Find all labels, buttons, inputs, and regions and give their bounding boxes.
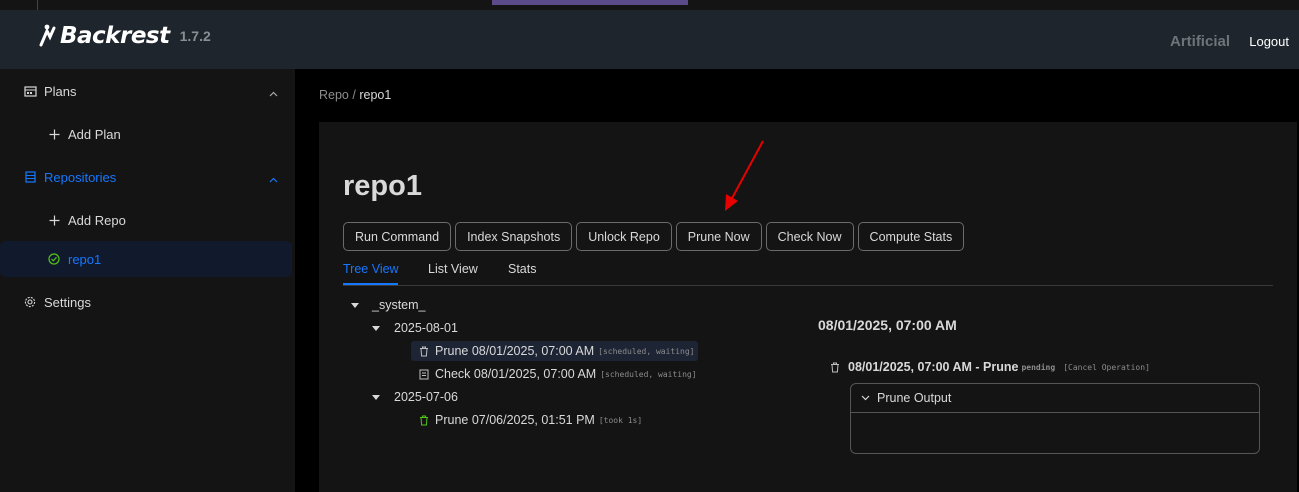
sidebar-item-add-plan[interactable]: Add Plan [0, 116, 292, 152]
page-title: repo1 [343, 170, 422, 202]
caret-down-icon [372, 325, 380, 331]
operation-label: Prune 07/06/2025, 01:51 PM [435, 413, 595, 427]
operation-label: Check 08/01/2025, 07:00 AM [435, 367, 597, 381]
sidebar-item-settings[interactable]: Settings [0, 284, 292, 320]
sidebar: Plans Add Plan Repositories Add Repo rep… [0, 69, 295, 492]
run-command-button[interactable]: Run Command [343, 222, 452, 251]
top-strip-divider [37, 0, 38, 10]
repo-action-bar: Run Command Index Snapshots Unlock Repo … [343, 222, 968, 251]
database-icon [23, 170, 37, 184]
operation-status: [scheduled, waiting] [600, 369, 697, 379]
app-header: Backrest 1.7.2 Artificial Logout [0, 10, 1299, 69]
cancel-operation-link[interactable]: [Cancel Operation] [1063, 363, 1150, 372]
prune-output-panel: Prune Output [850, 383, 1260, 454]
operation-status: [scheduled, waiting] [598, 346, 695, 356]
breadcrumb-current: repo1 [359, 88, 392, 102]
unlock-repo-button[interactable]: Unlock Repo [576, 222, 672, 251]
sidebar-item-label: Repositories [44, 169, 117, 185]
prune-now-button[interactable]: Prune Now [675, 222, 762, 251]
chevron-up-icon [269, 85, 278, 100]
caret-down-icon [372, 394, 380, 400]
tree-node-label: 2025-07-06 [394, 390, 458, 404]
file-check-icon [419, 369, 429, 379]
operation-label: Prune 08/01/2025, 07:00 AM [435, 344, 595, 358]
tree-leaf-operation[interactable]: Prune 08/01/2025, 07:00 AM [scheduled, w… [411, 341, 698, 361]
repo-panel: repo1 Run Command Index Snapshots Unlock… [319, 122, 1297, 492]
app-version: 1.7.2 [179, 28, 211, 44]
sidebar-item-label: Add Plan [68, 126, 121, 142]
sidebar-item-label: Settings [44, 294, 91, 310]
repo-tabs: Tree View List View Stats [343, 257, 1273, 286]
operation-status: [took 1s] [598, 415, 643, 425]
user-name: Artificial [1169, 33, 1230, 50]
tree-node-system[interactable]: _system_ [351, 295, 426, 315]
app-logo[interactable]: Backrest 1.7.2 [38, 20, 211, 52]
tree-leaf-operation[interactable]: Check 08/01/2025, 07:00 AM [scheduled, w… [419, 364, 697, 384]
plus-icon [47, 127, 61, 141]
index-snapshots-button[interactable]: Index Snapshots [455, 222, 573, 251]
red-arrow-annotation [725, 140, 764, 211]
calendar-icon [23, 84, 37, 98]
tree-node-label: _system_ [372, 298, 426, 312]
tree-node-label: 2025-08-01 [394, 321, 458, 335]
trash-icon [420, 415, 428, 425]
brand-name: Backrest [60, 23, 170, 49]
detail-heading: 08/01/2025, 07:00 AM [818, 317, 957, 333]
gear-icon [23, 295, 37, 309]
tree-node-date[interactable]: 2025-08-01 [372, 318, 458, 338]
prune-output-header[interactable]: Prune Output [851, 384, 1259, 413]
sidebar-item-label: Add Repo [68, 212, 126, 228]
sidebar-item-plans[interactable]: Plans [0, 73, 292, 109]
chevron-down-icon [861, 395, 870, 401]
chevron-up-icon [269, 171, 278, 186]
plus-icon [47, 213, 61, 227]
sidebar-item-add-repo[interactable]: Add Repo [0, 202, 292, 238]
breadcrumb-separator: / [352, 88, 356, 102]
sidebar-item-label: Plans [44, 83, 77, 99]
breadcrumb: Repo / repo1 [319, 88, 391, 102]
tab-stats[interactable]: Stats [508, 262, 537, 276]
breadcrumb-parent[interactable]: Repo [319, 88, 349, 102]
top-strip [0, 0, 1299, 10]
sidebar-item-repo1[interactable]: repo1 [0, 241, 292, 277]
caret-down-icon [351, 302, 359, 308]
trash-icon [420, 346, 428, 356]
tree-node-date[interactable]: 2025-07-06 [372, 387, 458, 407]
operation-title: 08/01/2025, 07:00 AM - Prune [848, 360, 1019, 374]
operation-state: pending [1021, 362, 1056, 372]
top-strip-highlight [492, 0, 688, 5]
sidebar-item-label: repo1 [68, 251, 102, 267]
logout-link[interactable]: Logout [1249, 34, 1289, 49]
backrest-logo-icon [39, 24, 56, 47]
tab-list-view[interactable]: List View [428, 262, 478, 276]
operation-detail: 08/01/2025, 07:00 AM - Prune pending [Ca… [830, 360, 1150, 374]
tab-tree-view[interactable]: Tree View [343, 262, 399, 276]
check-circle-icon [47, 252, 61, 266]
sidebar-item-repositories[interactable]: Repositories [0, 159, 292, 195]
compute-stats-button[interactable]: Compute Stats [857, 222, 965, 251]
tree-leaf-operation[interactable]: Prune 07/06/2025, 01:51 PM [took 1s] [419, 410, 642, 430]
prune-output-label: Prune Output [877, 391, 952, 405]
trash-icon [831, 362, 839, 372]
active-tab-indicator [343, 283, 398, 285]
check-now-button[interactable]: Check Now [765, 222, 854, 251]
